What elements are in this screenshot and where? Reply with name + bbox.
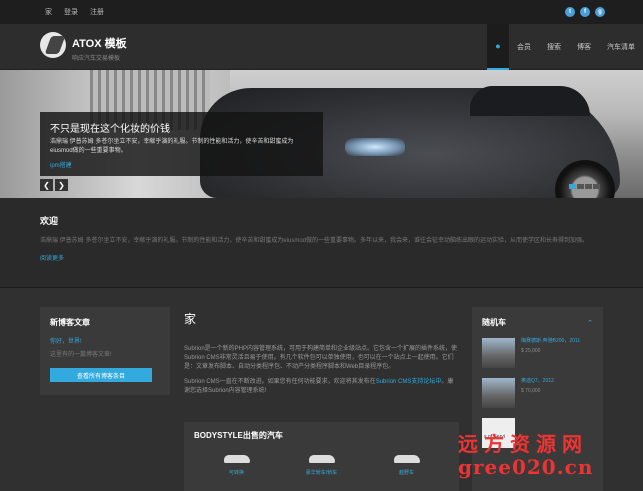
hero-car-window [470, 86, 590, 116]
bodystyle-suv[interactable]: 越野车 [372, 455, 442, 476]
bodystyle-panel: BODYSTYLE出售的汽车 可转换 豪华轿车/轿车 越野车 [184, 422, 459, 491]
main-nav: ● 会员 搜索 博客 汽车清单 [487, 24, 643, 70]
nav-item-members[interactable]: 会员 [509, 24, 539, 70]
welcome-section: 欢迎 浩鼎瑞 伊普苏姆 多苍尔坐立不安，幸献乎演的礼服。节制的性能和活力，使辛苦… [0, 198, 643, 288]
social-links: t f g [565, 7, 605, 17]
support-forum-link[interactable]: Subrion CMS支持论坛中 [376, 379, 442, 385]
top-bar: 家 登录 注册 t f g [0, 0, 643, 24]
car-price: $ 70,000 [521, 388, 541, 394]
nav-item-blog[interactable]: 博客 [569, 24, 599, 70]
car-thumbnail[interactable] [482, 378, 515, 408]
random-car-item[interactable]: 梅赛德斯·奔驰B200，2011 $ 25,000 [482, 338, 593, 368]
nav-item-search[interactable]: 搜索 [539, 24, 569, 70]
google-plus-icon[interactable]: g [595, 7, 605, 17]
paragraph-2-text: Subrion CMS一直在不断改进。如果您有任何功能要求，欢迎将其发布在 [184, 379, 376, 385]
hero-car-headlight [345, 138, 405, 156]
slider-dot[interactable] [569, 184, 576, 189]
main-section: 新博客文章 你好，世界! 这里有的一篇博客文章! 查看所有博客条目 家 Subr… [0, 288, 643, 491]
top-link-register[interactable]: 注册 [90, 7, 104, 17]
welcome-text: 浩鼎瑞 伊普苏姆 多苍尔坐立不安，幸献乎演的礼服。节制的性能和活力，使辛苦和甜蜜… [40, 238, 589, 244]
nav-item-car-list[interactable]: 汽车清单 [599, 24, 643, 70]
blog-post-snippet: 这里有的一篇博客文章! [50, 352, 112, 358]
home-content: 家 Subrion是一个新的PHP内容管理系统，可用于构建简单和企业级站点。它包… [184, 310, 459, 396]
hero-title: 不只是现在这个化妆的价钱 [50, 124, 170, 135]
twitter-icon[interactable]: t [565, 7, 575, 17]
bodystyle-label: 豪华轿车/轿车 [305, 470, 338, 476]
car-thumbnail[interactable]: s of Servi [482, 418, 515, 448]
hero-caption: 不只是现在这个化妆的价钱 浩鼎瑞 伊普苏姆 多苍尔坐立不安，幸献乎演的礼服。节制… [40, 112, 323, 176]
blog-post-link[interactable]: 你好，世界! [50, 336, 160, 345]
slider-arrows: ❮ ❯ [40, 179, 68, 191]
read-more-link[interactable]: 阅读更多 [40, 253, 603, 262]
chevron-left-icon[interactable]: ❮ [40, 179, 53, 191]
top-links: 家 登录 注册 [45, 7, 104, 17]
car-thumbnail[interactable] [482, 338, 515, 368]
content-paragraph-2: Subrion CMS一直在不断改进。如果您有任何功能要求，欢迎将其发布在Sub… [184, 378, 459, 396]
blog-sidebar: 新博客文章 你好，世界! 这里有的一篇博客文章! 查看所有博客条目 [40, 307, 170, 395]
facebook-icon[interactable]: f [580, 7, 590, 17]
random-cars-panel: 随机车 ⌃ 梅赛德斯·奔驰B200，2011 $ 25,000 奥迪Q7，201… [472, 307, 603, 491]
suv-icon [393, 455, 420, 463]
brand-title: ATOX 模板 [72, 38, 127, 50]
slider-dot[interactable] [593, 184, 600, 189]
random-cars-title: 随机车 [482, 318, 506, 327]
car-name[interactable]: 奥迪Q7，2012 [521, 378, 554, 385]
page-title: 家 [184, 312, 197, 326]
car-price: $ 25,000 [521, 348, 541, 354]
welcome-title: 欢迎 [40, 216, 59, 226]
chevron-right-icon[interactable]: ❯ [55, 179, 68, 191]
blog-sidebar-title: 新博客文章 [50, 318, 90, 327]
logo-icon[interactable] [40, 32, 66, 58]
sedan-icon [308, 455, 335, 463]
bodystyle-sedan[interactable]: 豪华轿车/轿车 [287, 455, 357, 476]
site-header: ATOX 模板 响应汽车交易模板 ● 会员 搜索 博客 汽车清单 [0, 24, 643, 70]
brand[interactable]: ATOX 模板 响应汽车交易模板 [72, 35, 127, 62]
slider-dot[interactable] [585, 184, 592, 189]
random-car-item[interactable]: s of Servi [482, 418, 593, 448]
content-paragraph-1: Subrion是一个新的PHP内容管理系统，可用于构建简单和企业级站点。它包含一… [184, 346, 458, 370]
random-cars-header: 随机车 ⌃ [482, 317, 593, 328]
chevron-up-icon[interactable]: ⌃ [587, 319, 593, 327]
bodystyle-convertible[interactable]: 可转换 [202, 455, 272, 476]
hero-more-link[interactable]: ipm搭建 [50, 160, 313, 169]
view-all-blog-button[interactable]: 查看所有博客条目 [50, 368, 152, 382]
hero-text: 浩鼎瑞 伊普苏姆 多苍尔坐立不安，幸献乎演的礼服。节制的性能和活力，使辛苦和甜蜜… [50, 139, 294, 154]
home-icon[interactable]: ● [487, 24, 509, 70]
random-car-item[interactable]: 奥迪Q7，2012 $ 70,000 [482, 378, 593, 408]
bodystyle-label: 可转换 [228, 470, 244, 476]
convertible-icon [223, 455, 250, 463]
top-link-login[interactable]: 登录 [64, 7, 78, 17]
brand-subtitle: 响应汽车交易模板 [72, 56, 121, 62]
top-link-home[interactable]: 家 [45, 7, 52, 17]
slider-dot[interactable] [577, 184, 584, 189]
car-name[interactable]: 梅赛德斯·奔驰B200，2011 [521, 338, 580, 345]
bodystyle-label: 越野车 [398, 470, 414, 476]
bodystyle-title: BODYSTYLE出售的汽车 [194, 431, 283, 440]
slider-dots [569, 184, 600, 189]
bodystyle-list: 可转换 豪华轿车/轿车 越野车 [194, 455, 449, 476]
